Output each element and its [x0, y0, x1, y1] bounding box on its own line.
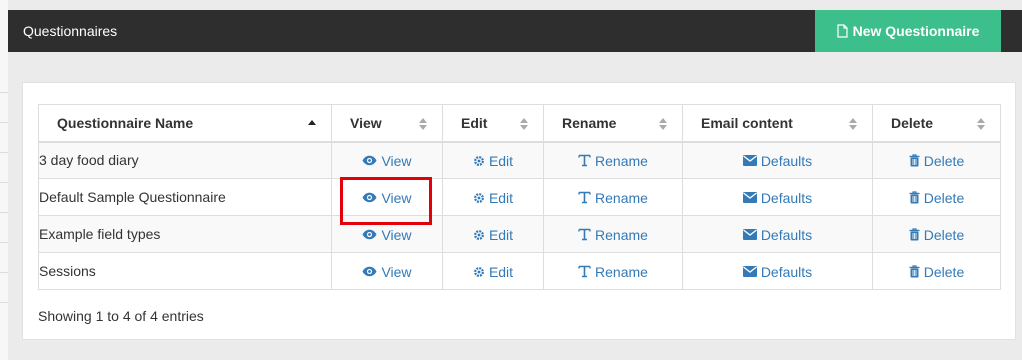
envelope-icon: [742, 155, 757, 167]
view-label: View: [381, 263, 412, 280]
questionnaire-table: Questionnaire Name View Edit Rename Emai…: [38, 104, 1001, 290]
delete-link[interactable]: Delete: [909, 227, 964, 243]
rename-label: Rename: [595, 189, 648, 206]
view-label: View: [381, 152, 412, 169]
col-header-view[interactable]: View: [331, 104, 443, 143]
sort-icon: [419, 118, 427, 130]
sort-icon: [659, 118, 667, 130]
email-defaults-label: Defaults: [760, 263, 813, 280]
delete-label: Delete: [923, 189, 965, 206]
left-strip: [0, 0, 8, 360]
text-cursor-icon: [578, 265, 591, 278]
col-header-label: Email content: [701, 115, 793, 131]
col-header-label: Questionnaire Name: [57, 115, 194, 131]
trash-icon: [909, 228, 920, 241]
edit-link[interactable]: Edit: [473, 227, 513, 243]
table-row: Default Sample Questionnaire View Edit R…: [38, 178, 1001, 216]
col-header-name[interactable]: Questionnaire Name: [38, 104, 332, 143]
email-defaults-link[interactable]: Defaults: [742, 226, 813, 243]
delete-link[interactable]: Delete: [909, 264, 964, 280]
header-bar: Questionnaires New Questionnaire: [8, 10, 1022, 52]
delete-link[interactable]: Delete: [909, 153, 964, 169]
view-link[interactable]: View: [362, 189, 412, 206]
rename-label: Rename: [595, 226, 648, 243]
col-header-edit[interactable]: Edit: [442, 104, 544, 143]
text-cursor-icon: [578, 191, 591, 204]
col-header-label: Rename: [562, 115, 617, 131]
delete-link[interactable]: Delete: [909, 190, 964, 206]
file-icon: [836, 24, 848, 38]
envelope-icon: [742, 192, 757, 204]
gear-icon: [474, 266, 484, 277]
sort-icon: [849, 118, 857, 130]
eye-icon: [362, 192, 377, 203]
col-header-email[interactable]: Email content: [682, 104, 873, 143]
rename-link[interactable]: Rename: [578, 153, 648, 169]
table-row: Sessions View Edit Rename Defaults Delet…: [38, 252, 1001, 290]
eye-icon: [362, 266, 377, 277]
delete-label: Delete: [923, 226, 965, 243]
rename-link[interactable]: Rename: [578, 227, 648, 243]
email-defaults-link[interactable]: Defaults: [742, 263, 813, 280]
edit-label: Edit: [488, 263, 514, 280]
email-defaults-link[interactable]: Defaults: [742, 189, 813, 206]
table-header-row: Questionnaire Name View Edit Rename Emai…: [38, 104, 1001, 143]
rename-label: Rename: [595, 152, 648, 169]
view-link[interactable]: View: [362, 226, 412, 243]
gear-icon: [474, 229, 484, 240]
edit-link[interactable]: Edit: [473, 153, 513, 169]
delete-label: Delete: [923, 263, 965, 280]
edit-label: Edit: [488, 226, 514, 243]
table-info: Showing 1 to 4 of 4 entries: [38, 308, 204, 324]
edit-link[interactable]: Edit: [473, 264, 513, 280]
col-header-label: Delete: [891, 115, 934, 131]
envelope-icon: [742, 266, 757, 278]
eye-icon: [362, 229, 377, 240]
view-link[interactable]: View: [362, 263, 412, 280]
envelope-icon: [742, 229, 757, 241]
delete-label: Delete: [923, 152, 965, 169]
trash-icon: [909, 191, 920, 204]
edit-label: Edit: [488, 152, 514, 169]
email-defaults-label: Defaults: [760, 189, 813, 206]
email-defaults-link[interactable]: Defaults: [742, 152, 813, 169]
edit-label: Edit: [488, 189, 514, 206]
new-questionnaire-button[interactable]: New Questionnaire: [815, 10, 1001, 52]
email-defaults-label: Defaults: [760, 226, 813, 243]
questionnaire-name: Sessions: [38, 252, 332, 290]
table-row: Example field types View Edit Rename Def…: [38, 215, 1001, 253]
trash-icon: [909, 265, 920, 278]
col-header-label: Edit: [461, 115, 488, 131]
table-row: 3 day food diary View Edit Rename Defaul…: [38, 141, 1001, 179]
rename-link[interactable]: Rename: [578, 264, 648, 280]
rename-link[interactable]: Rename: [578, 190, 648, 206]
view-link[interactable]: View: [362, 152, 412, 169]
gear-icon: [474, 155, 484, 166]
view-label: View: [381, 226, 412, 243]
trash-icon: [909, 154, 920, 167]
col-header-rename[interactable]: Rename: [543, 104, 683, 143]
col-header-label: View: [350, 115, 382, 131]
text-cursor-icon: [578, 228, 591, 241]
col-header-delete[interactable]: Delete: [872, 104, 1001, 143]
sort-icon: [520, 118, 528, 130]
new-questionnaire-label: New Questionnaire: [852, 23, 980, 39]
rename-label: Rename: [595, 263, 648, 280]
questionnaire-name: 3 day food diary: [38, 141, 332, 179]
view-label: View: [381, 189, 412, 206]
email-defaults-label: Defaults: [760, 152, 813, 169]
page-title: Questionnaires: [23, 23, 118, 39]
eye-icon: [362, 156, 377, 166]
questionnaire-name: Example field types: [38, 215, 332, 253]
questionnaire-name: Default Sample Questionnaire: [38, 178, 332, 216]
sort-icon: [977, 118, 985, 130]
edit-link[interactable]: Edit: [473, 190, 513, 206]
gear-icon: [474, 192, 484, 203]
sort-asc-icon: [308, 120, 316, 125]
text-cursor-icon: [578, 155, 591, 167]
